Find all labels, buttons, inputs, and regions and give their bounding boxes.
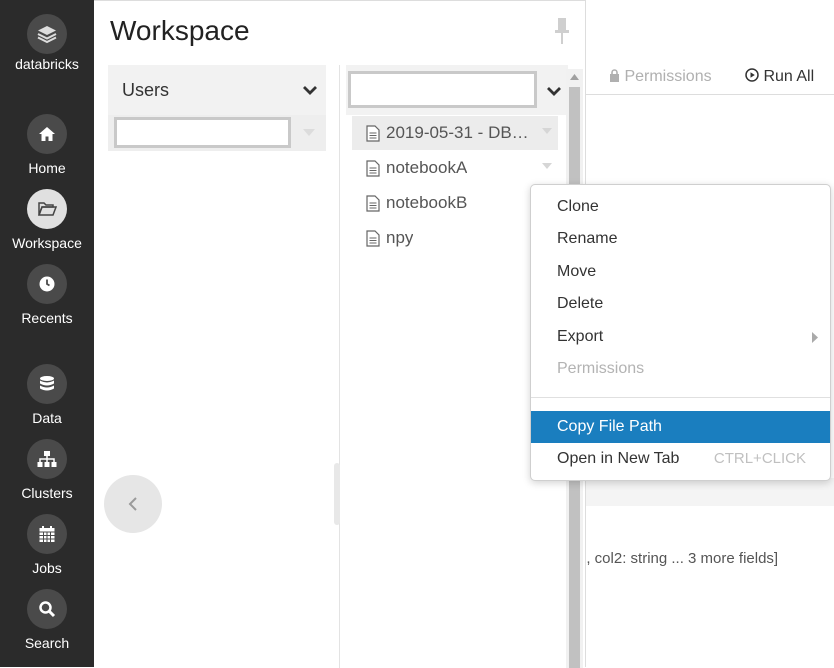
- sidebar-nav: databricks Home Workspace Recents Data C…: [0, 0, 94, 667]
- search-icon: [39, 601, 56, 618]
- users-filter-row: [108, 115, 326, 151]
- sidebar-item-workspace[interactable]: Workspace: [0, 189, 94, 251]
- file-name: notebookB: [386, 193, 468, 212]
- play-circle-icon: [745, 68, 759, 82]
- menu-item-label: Open in New Tab: [557, 450, 680, 467]
- pin-icon[interactable]: [555, 17, 569, 50]
- calendar-icon: [39, 526, 55, 542]
- chevron-down-icon[interactable]: [302, 84, 318, 96]
- caret-down-icon[interactable]: [542, 128, 552, 134]
- files-header: [346, 65, 568, 115]
- caret-down-icon[interactable]: [303, 129, 315, 136]
- schema-output-text: g, col2: string ... 3 more fields]: [578, 550, 779, 567]
- sidebar-item-label: Home: [28, 160, 66, 176]
- sitemap-icon: [37, 451, 57, 467]
- notebook-icon: [366, 124, 380, 142]
- sidebar-item-label: Clusters: [21, 485, 73, 501]
- brand-label: databricks: [15, 56, 79, 72]
- notebook-icon: [366, 194, 380, 212]
- chevron-down-icon[interactable]: [546, 85, 562, 97]
- permissions-button[interactable]: Permissions: [609, 68, 712, 86]
- lock-icon: [610, 69, 619, 82]
- sidebar-item-label: Search: [24, 635, 70, 651]
- menu-item-permissions: Permissions: [557, 360, 645, 377]
- sidebar-item-label: Jobs: [32, 560, 62, 576]
- collapse-button[interactable]: [104, 475, 162, 533]
- folder-open-icon: [37, 202, 57, 216]
- workspace-title: Workspace: [110, 15, 250, 46]
- toolbar-divider: [586, 94, 834, 95]
- menu-item-open-in-new-tab[interactable]: Open in New Tab CTRL+CLICK: [531, 443, 830, 475]
- context-menu: Clone Rename Move Delete Export Permissi…: [530, 184, 831, 481]
- scroll-up-arrow-icon[interactable]: [570, 74, 579, 80]
- menu-item-copy-file-path[interactable]: Copy File Path: [531, 411, 830, 443]
- users-header[interactable]: Users: [108, 65, 326, 115]
- shortcut-hint: CTRL+CLICK: [713, 450, 806, 467]
- notebook-icon: [366, 159, 380, 177]
- clock-icon: [39, 276, 55, 292]
- sidebar-item-search[interactable]: Search: [0, 589, 94, 651]
- sidebar-item-jobs[interactable]: Jobs: [0, 514, 94, 576]
- layers-icon: [37, 26, 57, 44]
- permissions-label: Permissions: [624, 68, 712, 85]
- users-filter-input[interactable]: [114, 117, 291, 148]
- sidebar-item-data[interactable]: Data: [0, 364, 94, 426]
- file-name: notebookA: [386, 158, 468, 177]
- column-divider: [339, 65, 340, 668]
- chevron-left-icon: [128, 497, 137, 511]
- sidebar-item-label: Data: [32, 410, 62, 426]
- sidebar-item-home[interactable]: Home: [0, 114, 94, 176]
- files-filter-input[interactable]: [348, 71, 537, 108]
- users-label: Users: [122, 79, 170, 100]
- file-name: npy: [386, 228, 414, 247]
- list-item[interactable]: 2019-05-31 - DB…: [352, 116, 558, 150]
- caret-right-icon: [812, 332, 818, 343]
- sidebar-item-recents[interactable]: Recents: [0, 264, 94, 326]
- caret-down-icon[interactable]: [542, 163, 552, 169]
- sidebar-item-label: Workspace: [12, 235, 82, 251]
- run-all-label: Run All: [763, 68, 815, 85]
- database-icon: [40, 376, 54, 391]
- file-name: 2019-05-31 - DB…: [386, 123, 529, 142]
- databricks-logo[interactable]: databricks: [0, 14, 94, 72]
- sidebar-item-clusters[interactable]: Clusters: [0, 439, 94, 501]
- menu-item-export[interactable]: Export: [531, 321, 830, 353]
- menu-item-label: Export: [557, 328, 604, 345]
- menu-item-rename[interactable]: Rename: [531, 223, 830, 255]
- run-all-button[interactable]: Run All: [745, 68, 814, 86]
- workspace-panel: Workspace Users 2019-05-31 - DB… noteboo…: [94, 0, 586, 668]
- cell-band: [586, 478, 834, 506]
- menu-item-delete[interactable]: Delete: [531, 288, 830, 320]
- files-column: 2019-05-31 - DB… notebookA notebookB npy: [346, 65, 568, 247]
- home-icon: [39, 127, 55, 141]
- notebook-icon: [366, 229, 380, 247]
- list-item[interactable]: notebookB: [352, 186, 558, 220]
- menu-divider: [531, 397, 830, 398]
- users-column: Users: [108, 65, 326, 151]
- list-item[interactable]: notebookA: [352, 151, 558, 185]
- resize-handle[interactable]: [334, 463, 340, 525]
- list-item[interactable]: npy: [352, 221, 558, 255]
- menu-item-clone[interactable]: Clone: [531, 191, 830, 223]
- menu-item-move[interactable]: Move: [531, 256, 830, 288]
- sidebar-item-label: Recents: [21, 310, 73, 326]
